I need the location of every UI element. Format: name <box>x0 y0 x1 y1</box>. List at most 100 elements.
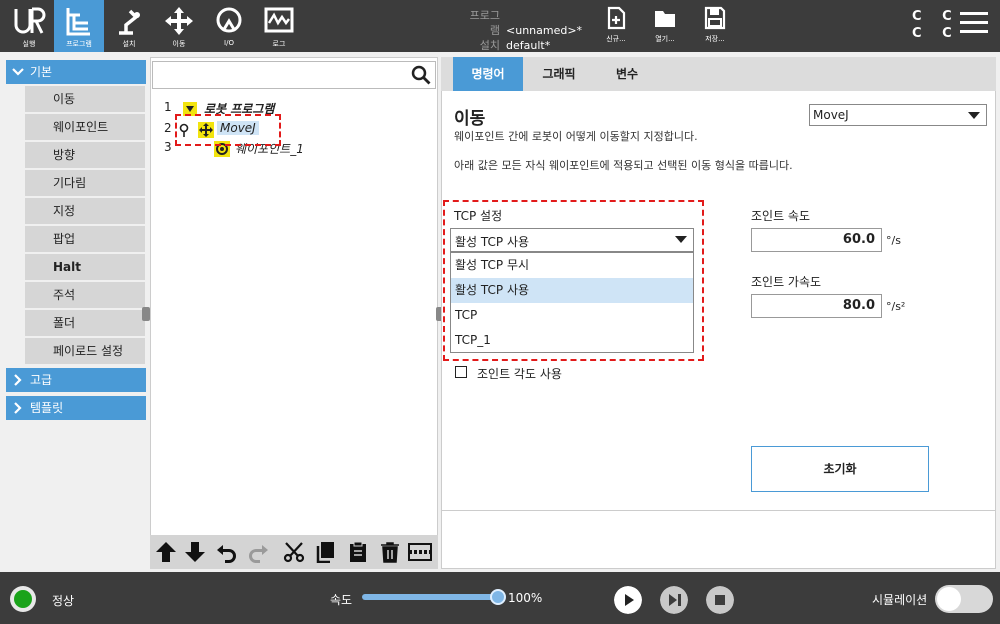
move-type-select[interactable]: MoveJ <box>809 104 987 126</box>
joint-accel-label: 조인트 가속도 <box>751 275 822 289</box>
install-key: 설치 <box>479 39 500 52</box>
move-up-icon[interactable] <box>154 541 178 563</box>
highlight-box-tcp <box>443 200 704 361</box>
search-input[interactable] <box>152 61 436 89</box>
cut-icon[interactable] <box>282 541 306 563</box>
program-info: 프로그램 <unnamed>* 설치 default* <box>460 8 582 53</box>
sidebar-section-basic-label: 기본 <box>30 65 53 79</box>
tree-row-number: 2 <box>164 121 172 135</box>
tab-bar: 명령어 그래픽 변수 <box>441 57 996 91</box>
move-type-value: MoveJ <box>813 108 849 122</box>
reset-button[interactable]: 초기화 <box>751 446 929 492</box>
sidebar-item-comment[interactable]: 주석 <box>25 282 145 308</box>
speed-label: 속도 <box>330 593 353 607</box>
sidebar-item-direction[interactable]: 방향 <box>25 142 145 168</box>
status-indicator-icon[interactable] <box>10 586 36 612</box>
nav-move-label: 이동 <box>172 40 186 48</box>
paste-icon[interactable] <box>346 541 370 563</box>
move-down-icon[interactable] <box>183 541 207 563</box>
sidebar-section-templates[interactable]: 템플릿 <box>6 396 146 420</box>
joint-accel-unit: °/s² <box>886 300 906 313</box>
stop-icon[interactable] <box>706 586 734 614</box>
cc-line-1: C C <box>912 9 960 24</box>
sidebar-item-halt[interactable]: Halt <box>25 254 145 280</box>
nav-move[interactable]: 이동 <box>154 0 204 52</box>
search-icon[interactable] <box>411 65 431 85</box>
joint-speed-unit: °/s <box>886 234 901 247</box>
joint-accel-field[interactable]: 80.0 <box>751 294 882 318</box>
tree-toolbar <box>150 535 438 569</box>
suppress-icon[interactable] <box>408 541 432 563</box>
dropdown-arrow-icon <box>968 112 980 119</box>
speed-slider-handle[interactable] <box>490 589 506 605</box>
speed-value: 100% <box>508 591 543 605</box>
program-name: <unnamed>* <box>506 24 583 37</box>
undo-icon[interactable] <box>215 541 239 563</box>
nav-io[interactable]: I/O <box>204 0 254 52</box>
nav-program[interactable]: 프로그램 <box>54 0 104 52</box>
step-icon[interactable] <box>660 586 688 614</box>
sidebar-item-folder[interactable]: 폴더 <box>25 310 145 336</box>
tab-variables[interactable]: 변수 <box>595 57 659 91</box>
nav-program-label: 프로그램 <box>66 40 92 48</box>
description-line-1: 웨이포인트 간에 로봇이 어떻게 이동할지 지정합니다. <box>454 130 698 143</box>
new-file-icon <box>607 6 626 30</box>
robot-arm-icon <box>119 9 140 35</box>
hamburger-menu-icon[interactable] <box>960 12 988 36</box>
joint-speed-field[interactable]: 60.0 <box>751 228 882 252</box>
program-tree-icon <box>66 8 90 36</box>
save-file-button[interactable]: 저장... <box>698 6 732 44</box>
cc-line-2: C C <box>912 26 960 41</box>
command-footer-panel <box>441 510 996 569</box>
sidebar: 기본 이동 웨이포인트 방향 기다림 지정 팝업 Halt 주석 폴더 페이로드… <box>0 52 148 572</box>
delete-icon[interactable] <box>378 541 402 563</box>
sidebar-item-popup[interactable]: 팝업 <box>25 226 145 252</box>
open-file-label: 열기... <box>655 35 675 43</box>
cc-indicator: C C C C <box>912 8 960 42</box>
open-file-button[interactable]: 열기... <box>648 6 682 44</box>
copy-icon[interactable] <box>314 541 338 563</box>
tab-command[interactable]: 명령어 <box>453 57 523 91</box>
folder-icon <box>655 11 675 27</box>
highlight-box-movej <box>175 114 281 146</box>
sidebar-section-basic[interactable]: 기본 <box>6 60 146 84</box>
sidebar-section-templates-label: 템플릿 <box>30 401 64 415</box>
nav-run[interactable]: 실행 <box>4 0 54 52</box>
sidebar-item-move[interactable]: 이동 <box>25 86 145 112</box>
install-name: default* <box>506 39 551 52</box>
tree-row-number: 3 <box>164 140 172 154</box>
chevron-down-icon <box>12 60 24 92</box>
simulation-toggle[interactable] <box>935 585 993 613</box>
bottom-bar: 정상 속도 100% 시뮬레이션 <box>0 572 1000 624</box>
sidebar-item-waypoint[interactable]: 웨이포인트 <box>25 114 145 140</box>
nav-io-label: I/O <box>224 39 234 47</box>
sidebar-collapse-handle[interactable] <box>142 307 150 321</box>
ur-logo-icon <box>14 7 46 34</box>
speed-slider[interactable] <box>362 594 500 600</box>
sidebar-item-payload[interactable]: 페이로드 설정 <box>25 338 145 364</box>
nav-installation-label: 설치 <box>122 40 136 48</box>
nav-log[interactable]: 로그 <box>254 0 304 52</box>
new-file-button[interactable]: 신규... <box>599 6 633 44</box>
sidebar-section-advanced[interactable]: 고급 <box>6 368 146 392</box>
tab-graphics[interactable]: 그래픽 <box>525 57 593 91</box>
sidebar-item-set[interactable]: 지정 <box>25 198 145 224</box>
save-disk-icon <box>704 6 726 30</box>
play-icon[interactable] <box>614 586 642 614</box>
chevron-right-icon <box>12 396 24 428</box>
new-file-label: 신규... <box>606 35 626 43</box>
io-icon <box>216 7 242 33</box>
tree-row-number: 1 <box>164 100 172 114</box>
joint-speed-label: 조인트 속도 <box>751 209 811 223</box>
redo-icon[interactable] <box>246 541 270 563</box>
log-chart-icon <box>264 7 294 33</box>
nav-run-label: 실행 <box>22 40 36 48</box>
sidebar-item-wait[interactable]: 기다림 <box>25 170 145 196</box>
nav-installation[interactable]: 설치 <box>104 0 154 52</box>
sidebar-section-advanced-label: 고급 <box>30 373 53 387</box>
simulation-label: 시뮬레이션 <box>872 593 928 607</box>
page-title: 이동 <box>454 109 486 129</box>
description-line-2: 아래 값은 모든 자식 웨이포인트에 적용되고 선택된 이동 형식을 따릅니다. <box>454 159 793 172</box>
save-file-label: 저장... <box>705 35 725 43</box>
use-joint-angles-checkbox[interactable] <box>455 366 467 378</box>
